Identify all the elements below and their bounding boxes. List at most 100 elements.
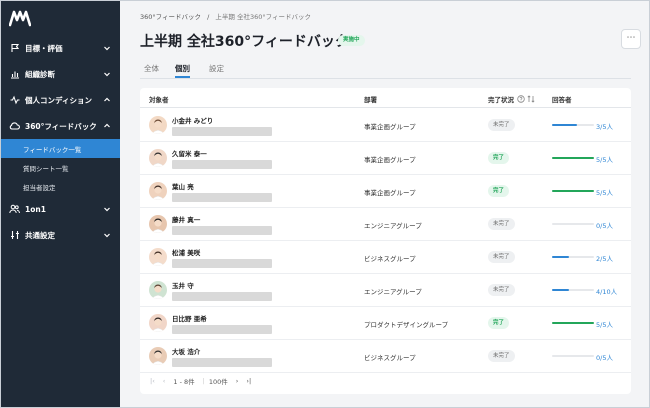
person-name[interactable]: 松浦 美咲 — [172, 247, 200, 257]
sidebar-item-label: 360°フィードバック — [25, 121, 97, 131]
person-name[interactable]: 小金井 みどり — [172, 115, 213, 125]
person-name[interactable]: 大坂 浩介 — [172, 346, 200, 356]
redacted-detail — [172, 358, 272, 367]
respondent-progress-bar — [552, 355, 594, 357]
status-badge: 実施中 — [338, 35, 365, 46]
feedback-table: 対象者 部署 完了状況 回答者 小金井 みどり 事業企画グループ 未完了 3/5人 久留… — [140, 88, 631, 394]
redacted-detail — [172, 259, 272, 268]
avatar — [149, 116, 167, 134]
completion-status-badge: 未完了 — [488, 284, 515, 296]
avatar — [149, 149, 167, 167]
person-name[interactable]: 玉井 守 — [172, 280, 194, 290]
sidebar-item-goals[interactable]: 目標・評価 — [1, 35, 120, 61]
pager-first-button[interactable]: |‹ — [150, 377, 155, 385]
pager-range: 1 - 8件 — [173, 378, 195, 386]
department: エンジニアグループ — [364, 288, 422, 296]
redacted-detail — [172, 160, 272, 169]
avatar — [149, 182, 167, 200]
respondent-progress-fill — [552, 322, 594, 324]
person-name[interactable]: 藤井 真一 — [172, 214, 200, 224]
table-row[interactable]: 玉井 守エンジニアグループ 未完了 4/10人 — [140, 274, 631, 307]
respondent-progress-bar — [552, 322, 594, 324]
tab-individual[interactable]: 個別 — [175, 63, 190, 78]
chevron-down-icon — [104, 46, 110, 51]
sidebar-subitem-assignee-settings[interactable]: 担当者設定 — [1, 177, 120, 196]
respondent-progress-fill — [552, 157, 594, 159]
column-header-dept: 部署 — [364, 96, 377, 104]
table-row[interactable]: 久留米 泰一事業企画グループ 完了 5/5人 — [140, 142, 631, 175]
chevron-up-icon — [104, 123, 110, 128]
users-icon — [9, 204, 20, 215]
department: 事業企画グループ — [364, 156, 416, 164]
help-icon[interactable] — [517, 95, 525, 103]
sidebar-item-1on1[interactable]: 1on1 — [1, 196, 120, 222]
redacted-detail — [172, 292, 272, 301]
cloud-icon — [9, 121, 20, 132]
tab-overview[interactable]: 全体 — [144, 63, 159, 78]
respondent-count[interactable]: 3/5人 — [596, 121, 613, 131]
respondent-progress-bar — [552, 223, 594, 225]
respondent-count[interactable]: 5/5人 — [596, 154, 613, 164]
app-window: 目標・評価 組織診断 個人コンディション 360°フィードバック フィードバック… — [0, 0, 650, 408]
pager-last-button[interactable]: ›| — [246, 377, 251, 385]
sidebar-item-label: 1on1 — [25, 204, 46, 214]
table-row[interactable]: 日比野 亜希 プロダクトデザイングループ 完了 5/5人 — [140, 307, 631, 340]
respondent-count[interactable]: 2/5人 — [596, 253, 613, 263]
sidebar-item-label: 共通設定 — [25, 230, 55, 240]
table-row[interactable]: 大坂 浩介 ビジネスグループ 未完了 0/5人 — [140, 340, 631, 373]
sliders-icon — [9, 230, 20, 241]
completion-status-badge: 完了 — [488, 185, 510, 197]
avatar — [149, 281, 167, 299]
pager-next-button[interactable]: › — [236, 377, 239, 385]
department: 事業企画グループ — [364, 189, 416, 197]
tab-settings[interactable]: 設定 — [209, 63, 224, 78]
table-row[interactable]: 小金井 みどり 事業企画グループ 未完了 3/5人 — [140, 109, 631, 142]
column-header-respondents: 回答者 — [552, 96, 572, 104]
chevron-up-icon — [104, 97, 110, 102]
pagination: |‹ ‹ 1 - 8件 | 100件 › ›| — [150, 376, 252, 386]
pager-prev-button[interactable]: ‹ — [163, 377, 166, 385]
redacted-detail — [172, 193, 272, 202]
table-row[interactable]: 松浦 美咲 ビジネスグループ 未完了 2/5人 — [140, 241, 631, 274]
column-header-target: 対象者 — [149, 96, 169, 104]
respondent-count[interactable]: 5/5人 — [596, 187, 613, 197]
chevron-down-icon — [104, 207, 110, 212]
person-name[interactable]: 日比野 亜希 — [172, 313, 207, 323]
avatar — [149, 215, 167, 233]
respondent-count[interactable]: 4/10人 — [596, 286, 617, 296]
department: エンジニアグループ — [364, 222, 422, 230]
sidebar-item-label: 目標・評価 — [25, 43, 63, 53]
sidebar-item-org-diagnosis[interactable]: 組織診断 — [1, 61, 120, 87]
person-name[interactable]: 葉山 亮 — [172, 181, 194, 191]
respondent-progress-fill — [552, 289, 569, 291]
person-name[interactable]: 久留米 泰一 — [172, 148, 207, 158]
sidebar-subitem-feedback-list[interactable]: フィードバック一覧 — [1, 139, 120, 158]
table-row[interactable]: 藤井 真一 エンジニアグループ 未完了 0/5人 — [140, 208, 631, 241]
pager-per-page-select[interactable]: 100件 — [209, 376, 228, 386]
breadcrumb-parent[interactable]: 360°フィードバック — [140, 13, 201, 21]
respondent-progress-fill — [552, 256, 569, 258]
app-logo-icon[interactable] — [9, 9, 31, 27]
sidebar-item-common-settings[interactable]: 共通設定 — [1, 222, 120, 248]
respondent-count[interactable]: 5/5人 — [596, 319, 613, 329]
sidebar-item-360-feedback[interactable]: 360°フィードバック — [1, 113, 120, 139]
sidebar-item-personal-condition[interactable]: 個人コンディション — [1, 87, 120, 113]
more-options-button[interactable]: ⋯ — [621, 29, 641, 49]
sidebar-subitem-question-sheets[interactable]: 質問シート一覧 — [1, 158, 120, 177]
table-header: 対象者 部署 完了状況 回答者 — [140, 88, 631, 108]
chevron-down-icon — [104, 233, 110, 238]
completion-status-badge: 完了 — [488, 152, 510, 164]
redacted-detail — [172, 325, 272, 334]
sort-icon[interactable] — [527, 95, 535, 103]
pulse-icon — [9, 95, 20, 106]
sidebar-item-label: 組織診断 — [25, 69, 55, 79]
bar-chart-icon — [9, 69, 20, 80]
respondent-count[interactable]: 0/5人 — [596, 220, 613, 230]
sidebar: 目標・評価 組織診断 個人コンディション 360°フィードバック フィードバック… — [1, 1, 120, 407]
breadcrumb-current: 上半期 全社360°フィードバック — [215, 13, 311, 21]
breadcrumb-separator: / — [207, 13, 210, 21]
breadcrumb: 360°フィードバック / 上半期 全社360°フィードバック — [140, 11, 311, 21]
table-row[interactable]: 葉山 亮事業企画グループ 完了 5/5人 — [140, 175, 631, 208]
column-header-status[interactable]: 完了状況 — [488, 94, 535, 104]
respondent-count[interactable]: 0/5人 — [596, 352, 613, 362]
